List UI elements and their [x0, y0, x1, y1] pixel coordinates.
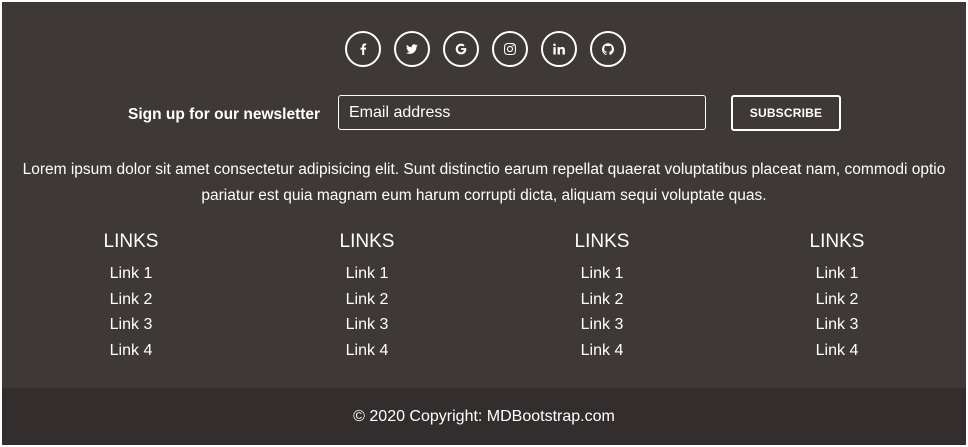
email-input[interactable] — [338, 95, 706, 130]
list-item: Link 3 — [777, 312, 897, 338]
google-button[interactable] — [442, 31, 479, 67]
list-item: Link 1 — [542, 261, 662, 287]
footer-description: Lorem ipsum dolor sit amet consectetur a… — [22, 161, 946, 204]
links-column-title: LINKS — [339, 231, 395, 252]
footer-link[interactable]: Link 2 — [816, 291, 859, 308]
copyright-text: © 2020 Copyright: — [353, 408, 487, 425]
footer-link[interactable]: Link 4 — [346, 342, 389, 359]
footer-link[interactable]: Link 3 — [346, 316, 389, 333]
twitter-button[interactable] — [393, 31, 430, 67]
list-item: Link 2 — [777, 287, 897, 313]
list-item: Link 3 — [542, 312, 662, 338]
footer-link[interactable]: Link 2 — [581, 291, 624, 308]
list-item: Link 1 — [307, 261, 427, 287]
list-item: Link 3 — [71, 312, 191, 338]
links-list: Link 1 Link 2 Link 3 Link 4 — [307, 261, 427, 363]
footer-link[interactable]: Link 4 — [816, 342, 859, 359]
footer-link[interactable]: Link 4 — [581, 342, 624, 359]
facebook-icon — [357, 43, 369, 55]
copyright-link[interactable]: MDBootstrap.com — [487, 408, 615, 425]
list-item: Link 1 — [71, 261, 191, 287]
links-list: Link 1 Link 2 Link 3 Link 4 — [777, 261, 897, 363]
list-item: Link 4 — [542, 338, 662, 364]
list-item: Link 4 — [307, 338, 427, 364]
links-column-title: LINKS — [103, 231, 159, 252]
linkedin-button[interactable] — [540, 31, 577, 67]
footer-link[interactable]: Link 2 — [346, 291, 389, 308]
twitter-icon — [405, 43, 418, 55]
footer-link[interactable]: Link 1 — [816, 265, 859, 282]
instagram-icon — [503, 43, 516, 55]
footer-link[interactable]: Link 3 — [581, 316, 624, 333]
facebook-button[interactable] — [344, 31, 381, 67]
links-column-3: LINKS Link 1 Link 2 Link 3 Link 4 — [542, 230, 662, 363]
subscribe-button[interactable]: SUBSCRIBE — [731, 95, 841, 131]
links-column-4: LINKS Link 1 Link 2 Link 3 Link 4 — [777, 230, 897, 363]
list-item: Link 2 — [542, 287, 662, 313]
list-item: Link 1 — [777, 261, 897, 287]
footer-link[interactable]: Link 1 — [581, 265, 624, 282]
social-links — [2, 31, 966, 67]
links-list: Link 1 Link 2 Link 3 Link 4 — [542, 261, 662, 363]
links-column-2: LINKS Link 1 Link 2 Link 3 Link 4 — [307, 230, 427, 363]
instagram-button[interactable] — [491, 31, 528, 67]
footer-link[interactable]: Link 1 — [110, 265, 153, 282]
linkedin-icon — [552, 43, 565, 55]
list-item: Link 4 — [71, 338, 191, 364]
list-item: Link 2 — [307, 287, 427, 313]
footer-link[interactable]: Link 2 — [110, 291, 153, 308]
list-item: Link 3 — [307, 312, 427, 338]
footer-link[interactable]: Link 3 — [816, 316, 859, 333]
footer-link[interactable]: Link 1 — [346, 265, 389, 282]
footer-link[interactable]: Link 3 — [110, 316, 153, 333]
footer-link[interactable]: Link 4 — [110, 342, 153, 359]
github-button[interactable] — [589, 31, 626, 67]
list-item: Link 2 — [71, 287, 191, 313]
google-icon — [455, 43, 467, 55]
links-column-title: LINKS — [574, 231, 630, 252]
links-list: Link 1 Link 2 Link 3 Link 4 — [71, 261, 191, 363]
page-footer: Sign up for our newsletter SUBSCRIBE Lor… — [2, 2, 966, 445]
list-item: Link 4 — [777, 338, 897, 364]
github-icon — [601, 43, 614, 55]
newsletter-label: Sign up for our newsletter — [128, 106, 321, 123]
links-column-title: LINKS — [809, 231, 865, 252]
links-column-1: LINKS Link 1 Link 2 Link 3 Link 4 — [71, 230, 191, 363]
copyright-bar: © 2020 Copyright: MDBootstrap.com — [2, 388, 966, 445]
